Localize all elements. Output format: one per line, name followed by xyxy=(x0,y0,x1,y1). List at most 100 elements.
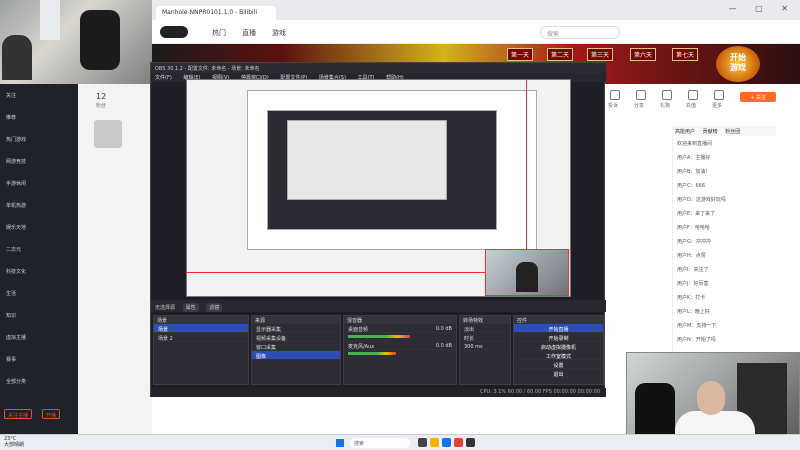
chat-message: 用户E：来了来了 xyxy=(677,211,716,217)
tab-fan-club[interactable]: 粉丝团 xyxy=(725,129,740,135)
sidebar-item[interactable]: 单机热游 xyxy=(6,202,26,209)
webcam-top-left xyxy=(0,0,152,84)
sidebar-item[interactable]: 关注 xyxy=(6,92,16,99)
panel-header: 来源 xyxy=(252,316,340,324)
webcam-source[interactable] xyxy=(485,249,569,296)
sidebar-item[interactable]: 推荐 xyxy=(6,114,16,121)
tab-contribution[interactable]: 贡献榜 xyxy=(703,129,718,135)
scene-item[interactable]: 场景 2 xyxy=(154,333,248,342)
go-live-button[interactable]: 开播 xyxy=(42,409,61,419)
banner-day: 第二天 xyxy=(547,48,574,61)
chat-message: 用户N：开始了吗 xyxy=(677,337,716,343)
action-label: 投诉 xyxy=(608,103,619,109)
start-streaming-button[interactable]: 开始直播 xyxy=(514,324,603,333)
properties-button[interactable]: 属性 xyxy=(182,303,199,312)
sidebar-item[interactable]: 热门游戏 xyxy=(6,136,26,143)
follow-streamer-button[interactable]: 关注主播 xyxy=(4,409,33,419)
file-explorer-icon[interactable] xyxy=(430,438,439,447)
chat-message: 用户M：支持一下 xyxy=(677,323,717,329)
sidebar-item[interactable]: 虚拟主播 xyxy=(6,334,26,341)
share-icon[interactable] xyxy=(636,90,646,100)
gaming-chair xyxy=(80,10,120,70)
chat-message: 欢迎来到直播间 xyxy=(677,141,713,147)
window-controls[interactable]: — ▢ ✕ xyxy=(729,4,796,13)
chat-message: 用户G：冲冲冲 xyxy=(677,239,711,245)
windows-start-icon[interactable] xyxy=(336,439,344,447)
avatar[interactable] xyxy=(94,120,122,148)
more-icon[interactable] xyxy=(714,90,724,100)
sidebar-item[interactable]: 手游休闲 xyxy=(6,180,26,187)
scenes-panel: 场景 场景 场景 2 xyxy=(153,315,249,385)
chrome-icon[interactable] xyxy=(454,438,463,447)
taskbar-search[interactable]: 搜索 xyxy=(350,438,410,448)
source-toolbar: 无选择源 属性 滤镜 xyxy=(151,300,606,312)
nav-link[interactable]: 直播 xyxy=(242,28,256,38)
sidebar-item[interactable]: 赛事 xyxy=(6,356,16,363)
menu-item[interactable]: 文件(F) xyxy=(155,75,172,81)
chat-message: 用户C：666 xyxy=(677,183,706,189)
search-input[interactable]: 搜索 xyxy=(540,26,620,39)
nav-link[interactable]: 游戏 xyxy=(272,28,286,38)
screen: Manhole-NNPR0101.1.0 - Bilibili — ▢ ✕ 热门… xyxy=(0,0,800,450)
transition-select[interactable]: 淡出 xyxy=(460,324,510,333)
panel-header: 场景 xyxy=(154,316,248,324)
person xyxy=(2,35,32,80)
tab-high-energy[interactable]: 高能用户 xyxy=(675,129,695,135)
volume-meter xyxy=(344,333,456,341)
sidebar-item[interactable]: 知识 xyxy=(6,312,16,319)
scene-item[interactable]: 场景 xyxy=(154,324,248,333)
weather-widget[interactable]: 23°C 大部晴朗 xyxy=(4,436,24,448)
mixer-channel: 桌面音频 0.0 dB xyxy=(344,324,456,333)
channel-db: 0.0 dB xyxy=(435,343,452,349)
sidebar-item[interactable]: 科技文化 xyxy=(6,268,26,275)
transition-duration[interactable]: 300 ms xyxy=(460,342,510,351)
chat-message: 用户F：哈哈哈 xyxy=(677,225,710,231)
filters-button[interactable]: 滤镜 xyxy=(206,303,223,312)
exit-button[interactable]: 退出 xyxy=(514,369,603,378)
gift-icon[interactable] xyxy=(662,90,672,100)
panel-header: 混音器 xyxy=(344,316,456,324)
person-head xyxy=(697,381,725,415)
person xyxy=(516,262,538,292)
browser-tab[interactable]: Manhole-NNPR0101.1.0 - Bilibili xyxy=(156,6,276,20)
virtual-camera-button[interactable]: 启动虚拟摄像机 xyxy=(514,342,603,351)
chat-message: 用户B：加油！ xyxy=(677,169,711,175)
follow-button[interactable]: + 关注 xyxy=(740,92,776,102)
wallet-icon[interactable] xyxy=(688,90,698,100)
source-item[interactable]: 显示器采集 xyxy=(252,324,340,333)
action-label: 更多 xyxy=(712,103,723,109)
obs-statusbar: CPU: 3.1% 60.00 / 60.00 FPS 00:00:00 00:… xyxy=(151,388,606,397)
edge-icon[interactable] xyxy=(442,438,451,447)
studio-mode-button[interactable]: 工作室模式 xyxy=(514,351,603,360)
chat-message: 用户D：这游戏好玩吗 xyxy=(677,197,726,203)
site-logo[interactable] xyxy=(160,26,188,38)
action-label: 分享 xyxy=(634,103,645,109)
weather-desc: 大部晴朗 xyxy=(4,442,25,448)
sidebar-item[interactable]: 娱乐天地 xyxy=(6,224,26,231)
banner-day: 第七天 xyxy=(672,48,699,61)
audio-mixer-panel: 混音器 桌面音频 0.0 dB 麦克风/Aux 0.0 dB xyxy=(343,315,457,385)
sidebar-item[interactable]: 全部分类 xyxy=(6,378,26,385)
obs-icon[interactable] xyxy=(466,438,475,447)
sidebar-item[interactable]: 生活 xyxy=(6,290,16,297)
nav-link[interactable]: 热门 xyxy=(212,28,226,38)
settings-button[interactable]: 设置 xyxy=(514,360,603,369)
banner-day: 第一天 xyxy=(507,48,534,61)
sidebar-item[interactable]: 二次元 xyxy=(6,246,21,253)
task-view-icon[interactable] xyxy=(418,438,427,447)
start-recording-button[interactable]: 开始录制 xyxy=(514,333,603,342)
chat-message: 用户L：晚上好 xyxy=(677,309,710,315)
transitions-panel: 转场特效 淡出 时长 300 ms xyxy=(459,315,511,385)
source-item[interactable]: 视频采集设备 xyxy=(252,333,340,342)
source-item[interactable]: 图像 xyxy=(252,351,340,360)
source-item[interactable]: 窗口采集 xyxy=(252,342,340,351)
sources-panel: 来源 显示器采集 视频采集设备 窗口采集 图像 xyxy=(251,315,341,385)
start-game-button[interactable]: 开始 游戏 xyxy=(716,46,760,82)
sidebar-item[interactable]: 网游竞技 xyxy=(6,158,26,165)
meter-fill xyxy=(348,352,396,355)
chat-message: 用户A：主播好 xyxy=(677,155,711,161)
report-icon[interactable] xyxy=(610,90,620,100)
site-navbar: 热门 直播 游戏 搜索 xyxy=(152,20,800,44)
mixer-channel: 麦克风/Aux 0.0 dB xyxy=(344,341,456,350)
banner-day: 第三天 xyxy=(587,48,614,61)
